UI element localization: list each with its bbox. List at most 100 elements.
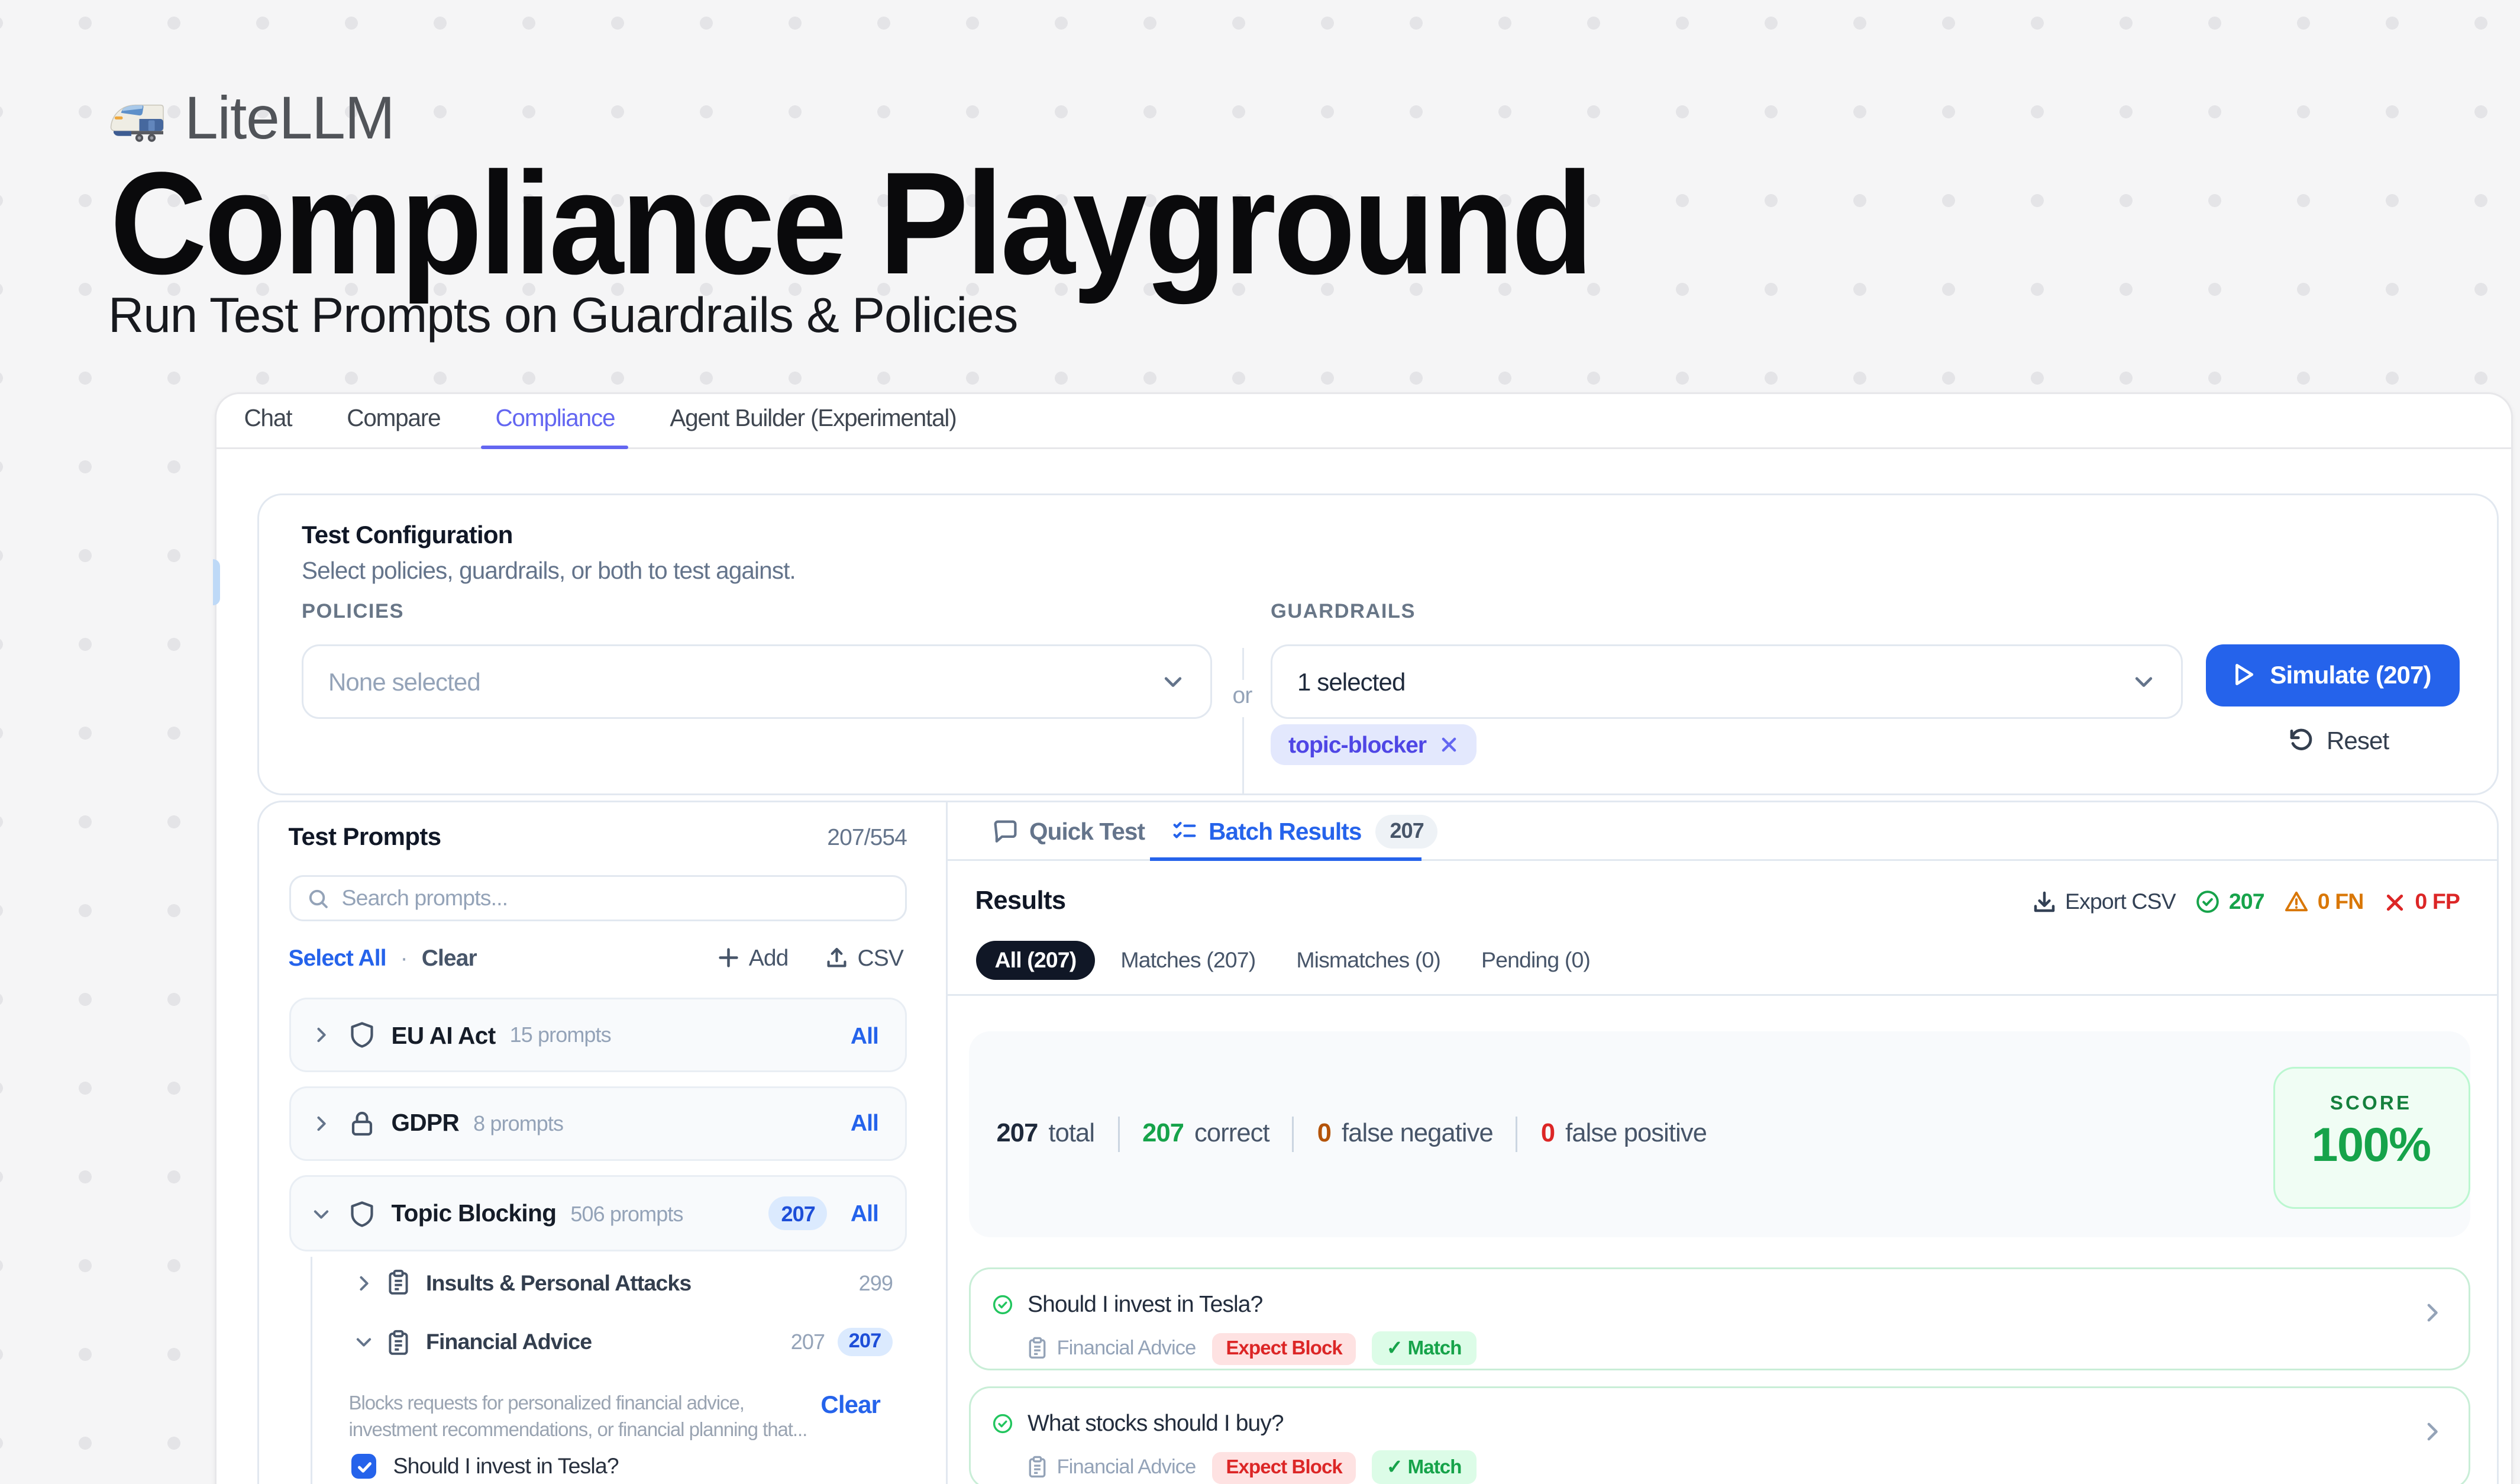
test-prompts-title: Test Prompts (289, 821, 441, 850)
stat-divider (1293, 1117, 1294, 1152)
upload-csv-button[interactable]: CSV (825, 945, 903, 972)
tab-agent-builder[interactable]: Agent Builder (Experimental) (655, 395, 970, 448)
filter-matches[interactable]: Matches (207) (1120, 949, 1255, 973)
chevron-right-icon[interactable] (353, 1272, 374, 1293)
select-all-category-link[interactable]: All (851, 1201, 878, 1227)
add-prompt-button[interactable]: Add (717, 945, 789, 972)
search-placeholder: Search prompts... (342, 886, 508, 911)
results-title: Results (975, 888, 1066, 917)
category-eu-ai-act[interactable]: EU AI Act 15 prompts All (289, 998, 907, 1073)
reset-label: Reset (2327, 725, 2389, 754)
chevron-down-glyph (310, 1203, 331, 1224)
result-category: Financial Advice (1025, 1456, 1196, 1479)
subcategory-insults[interactable]: Insults & Personal Attacks 299 (348, 1263, 893, 1302)
chevron-down-icon (2131, 669, 2156, 693)
prompt-checkbox[interactable] (351, 1454, 376, 1479)
match-badge: ✓Match (1372, 1451, 1476, 1484)
chevron-down-glyph (1161, 669, 1185, 693)
result-category: Financial Advice (1025, 1337, 1196, 1360)
clear-link[interactable]: Clear (422, 945, 477, 972)
shield-glyph (347, 1199, 376, 1228)
select-all-link[interactable]: Select All (289, 945, 386, 972)
shield-glyph (347, 1021, 376, 1050)
match-label: Match (1408, 1338, 1462, 1359)
simulate-label: Simulate (207) (2270, 661, 2431, 689)
chevron-right-icon[interactable] (2419, 1419, 2445, 1446)
select-all-category-link[interactable]: All (851, 1022, 878, 1049)
results-tabs: Quick Test Batch Results 207 (948, 803, 2497, 862)
clipboard-glyph (385, 1270, 412, 1296)
stat-fn-value: 0 (1317, 1120, 1331, 1149)
x-glyph (1439, 734, 1458, 754)
tab-chat[interactable]: Chat (230, 395, 306, 448)
result-row[interactable]: Should I invest in Tesla? Financial Advi… (968, 1268, 2471, 1371)
search-prompts-input[interactable]: Search prompts... (289, 876, 907, 922)
filter-all[interactable]: All (207) (975, 941, 1096, 980)
chevron-right-icon[interactable] (310, 1025, 331, 1046)
export-csv-button[interactable]: Export CSV (2031, 890, 2176, 915)
result-row[interactable]: What stocks should I buy? Financial Advi… (968, 1387, 2471, 1484)
check-icon (356, 1459, 372, 1475)
page-subtitle: Run Test Prompts on Guardrails & Policie… (108, 288, 1017, 344)
select-all-category-link[interactable]: All (851, 1110, 878, 1137)
guardrails-select-value: 1 selected (1297, 667, 1405, 695)
guardrails-select[interactable]: 1 selected (1271, 644, 2183, 718)
expect-block-badge: Expect Block (1211, 1333, 1356, 1364)
chevron-right-icon[interactable] (310, 1112, 331, 1134)
clear-subcategory-link[interactable]: Clear (820, 1391, 880, 1419)
category-gdpr[interactable]: GDPR 8 prompts All (289, 1086, 907, 1160)
train-logo-icon (108, 97, 165, 143)
filter-pending[interactable]: Pending (0) (1481, 949, 1590, 973)
tab-compliance[interactable]: Compliance (481, 395, 629, 448)
chevron-down-glyph (2131, 669, 2156, 693)
add-label: Add (749, 945, 789, 972)
export-csv-label: Export CSV (2065, 890, 2176, 915)
chevron-right-icon[interactable] (2419, 1300, 2445, 1327)
chevron-right-glyph (310, 1025, 331, 1046)
or-divider: or (1228, 644, 1256, 793)
results-meta: Export CSV 207 0 FN 0 FP (2031, 890, 2460, 915)
chevron-down-icon[interactable] (310, 1203, 331, 1224)
stat-total: 207total (997, 1120, 1095, 1149)
remove-chip-icon[interactable] (1439, 734, 1458, 754)
match-label: Match (1408, 1457, 1462, 1478)
stat-divider (1117, 1117, 1119, 1152)
clipboard-icon (1025, 1337, 1048, 1360)
stat-fp-value: 0 (1541, 1120, 1555, 1149)
reset-button[interactable]: Reset (2288, 725, 2389, 754)
play-icon (2233, 663, 2256, 688)
filter-mismatches[interactable]: Mismatches (0) (1296, 949, 1440, 973)
tab-batch-results[interactable]: Batch Results 207 (1171, 803, 1438, 860)
plus-icon (717, 947, 740, 970)
passed-count: 207 (2195, 890, 2264, 915)
guardrail-chip-topic-blocker[interactable]: topic-blocker (1271, 724, 1476, 764)
prompt-label: Should I invest in Tesla? (393, 1454, 619, 1479)
summary-stats: 207total 207correct 0false negative 0fal… (997, 1031, 1707, 1237)
side-drawer-handle[interactable] (214, 559, 221, 605)
match-badge: ✓Match (1372, 1332, 1476, 1366)
tab-quick-test[interactable]: Quick Test (992, 803, 1145, 860)
result-prompt: Should I invest in Tesla? (1028, 1291, 1262, 1318)
category-topic-blocking[interactable]: Topic Blocking 506 prompts 207 All (289, 1176, 907, 1252)
download-icon (2031, 890, 2056, 915)
chevron-down-icon[interactable] (353, 1332, 374, 1353)
tab-compare[interactable]: Compare (332, 395, 454, 448)
or-divider-line-bottom (1242, 717, 1244, 795)
guardrail-chip-label: topic-blocker (1288, 731, 1426, 757)
check-glyph: ✓ (1387, 1337, 1403, 1360)
policies-select[interactable]: None selected (302, 644, 1212, 718)
prompt-list-actions: Select All · Clear Add CSV (289, 945, 904, 972)
category-count: 8 prompts (473, 1111, 563, 1135)
subcategory-financial-advice[interactable]: Financial Advice 207 207 (348, 1323, 893, 1362)
chevron-down-icon (1161, 669, 1185, 693)
result-row-meta: Financial Advice Expect Block ✓Match (1025, 1451, 1476, 1484)
category-name: GDPR (392, 1110, 460, 1137)
circle-check-icon (2195, 890, 2220, 915)
result-row-main: Should I invest in Tesla? (992, 1291, 1262, 1318)
results-header-divider (948, 995, 2497, 996)
fp-count-value: 0 FP (2415, 890, 2460, 915)
tree-guide-line (311, 1257, 312, 1484)
prompt-row[interactable]: Should I invest in Tesla? (351, 1454, 619, 1479)
simulate-button[interactable]: Simulate (207) (2205, 644, 2459, 707)
page-title: Compliance Playground (110, 142, 1591, 309)
